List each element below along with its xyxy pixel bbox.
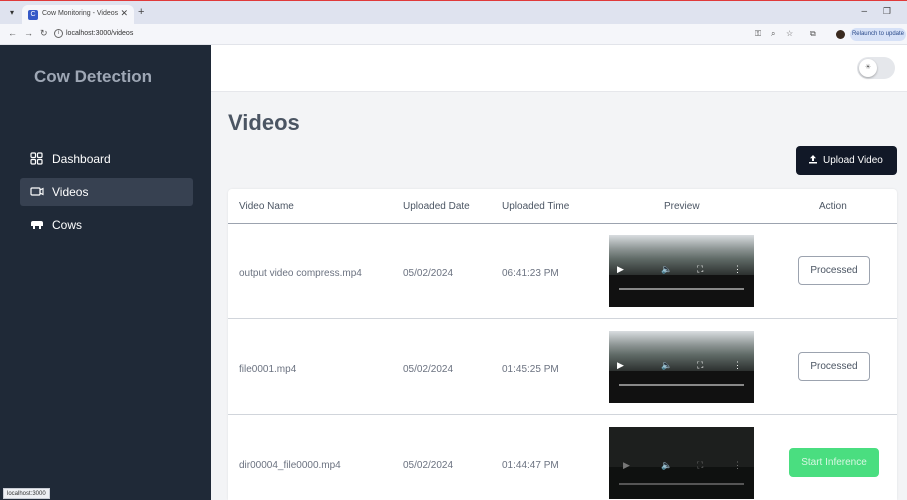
start-inference-button[interactable]: Start Inference [789,448,879,477]
minimize-icon[interactable]: – [861,6,867,17]
column-header-uploaded-time: Uploaded Time [502,201,570,212]
volume-icon[interactable]: 🔈 [661,264,672,275]
forward-icon[interactable]: → [24,28,33,38]
sidebar-item-label: Videos [52,185,89,199]
sidebar: Cow Detection Dashboard Videos Cows [0,45,211,500]
video-preview-player[interactable]: ▶ 🔈 ⛶ ⋮ [609,427,754,499]
volume-icon[interactable]: 🔈 [661,360,672,371]
volume-icon[interactable]: 🔈 [661,460,672,471]
progress-bar[interactable] [619,384,744,386]
uploaded-date: 05/02/2024 [403,268,454,279]
fullscreen-icon[interactable]: ⛶ [697,264,703,275]
top-bar: ☀ [211,45,907,92]
play-icon[interactable]: ▶ [623,460,630,471]
video-preview-player[interactable]: ▶ 🔈 ⛶ ⋮ [609,331,754,403]
bookmark-star-icon[interactable]: ☆ [786,29,793,38]
uploaded-time: 06:41:23 PM [502,268,559,279]
close-tab-icon[interactable]: ✕ [120,8,128,19]
video-icon [30,185,44,199]
url-text[interactable]: localhost:3000/videos [66,30,133,37]
upload-video-label: Upload Video [823,155,883,166]
column-header-action: Action [819,201,847,212]
reload-icon[interactable]: ↻ [40,28,48,39]
sidebar-item-cows[interactable]: Cows [20,211,193,239]
more-options-icon[interactable]: ⋮ [733,360,742,371]
brand-title: Cow Detection [34,67,153,86]
sidebar-item-videos[interactable]: Videos [20,178,193,206]
table-row: dir00004_file0000.mp4 05/02/2024 01:44:4… [228,416,897,500]
uploaded-date: 05/02/2024 [403,364,454,375]
favicon-icon: C [28,10,38,20]
uploaded-time: 01:45:25 PM [502,364,559,375]
upload-icon [808,154,818,167]
zoom-icon[interactable]: ⌕ [771,29,775,39]
new-tab-icon[interactable]: + [138,6,144,18]
uploaded-time: 01:44:47 PM [502,460,559,471]
tab-title: Cow Monitoring - Videos [42,10,119,17]
grid-icon [30,152,44,166]
column-header-preview: Preview [664,201,700,212]
video-name: output video compress.mp4 [239,268,362,279]
progress-bar[interactable] [619,483,744,485]
relaunch-button[interactable]: Relaunch to update [850,28,906,41]
processed-button[interactable]: Processed [798,352,870,381]
column-header-video-name: Video Name [239,201,294,212]
sidebar-item-dashboard[interactable]: Dashboard [20,145,193,173]
play-icon[interactable]: ▶ [617,360,624,371]
back-icon[interactable]: ← [8,28,17,38]
restore-icon[interactable]: ❐ [883,6,891,17]
address-bar: ← → ↻ i localhost:3000/videos ⚿ ⌕ ☆ ⧉ Re… [0,24,907,45]
processed-button[interactable]: Processed [798,256,870,285]
video-preview-player[interactable]: ▶ 🔈 ⛶ ⋮ [609,235,754,307]
more-options-icon[interactable]: ⋮ [733,460,742,471]
key-icon[interactable]: ⚿ [755,29,761,39]
play-icon[interactable]: ▶ [617,264,624,275]
progress-bar[interactable] [619,288,744,290]
more-options-icon[interactable]: ⋮ [733,264,742,275]
browser-tab-bar: ▾ C Cow Monitoring - Videos ✕ + – ❐ [0,0,907,25]
site-info-icon[interactable]: i [54,29,63,38]
table-row: file0001.mp4 05/02/2024 01:45:25 PM ▶ 🔈 … [228,320,897,415]
status-bar-url: localhost:3000 [3,488,50,499]
table-row: output video compress.mp4 05/02/2024 06:… [228,224,897,319]
sun-icon: ☀ [859,59,877,77]
upload-video-button[interactable]: Upload Video [796,146,897,175]
fullscreen-icon[interactable]: ⛶ [697,460,703,471]
theme-toggle[interactable]: ☀ [857,57,895,79]
fullscreen-icon[interactable]: ⛶ [697,360,703,371]
column-header-uploaded-date: Uploaded Date [403,201,470,212]
sidebar-item-label: Dashboard [52,152,111,166]
videos-table: Video Name Uploaded Date Uploaded Time P… [228,189,897,500]
video-name: file0001.mp4 [239,364,297,375]
browser-tab[interactable]: C Cow Monitoring - Videos ✕ [22,5,134,25]
uploaded-date: 05/02/2024 [403,460,454,471]
video-name: dir00004_file0000.mp4 [239,460,341,471]
tab-search-chevron-icon[interactable]: ▾ [6,7,18,19]
sidebar-item-label: Cows [52,218,83,232]
cow-icon [30,218,44,232]
profile-avatar[interactable] [836,30,845,39]
extensions-icon[interactable]: ⧉ [810,29,816,39]
page-title: Videos [228,110,300,135]
